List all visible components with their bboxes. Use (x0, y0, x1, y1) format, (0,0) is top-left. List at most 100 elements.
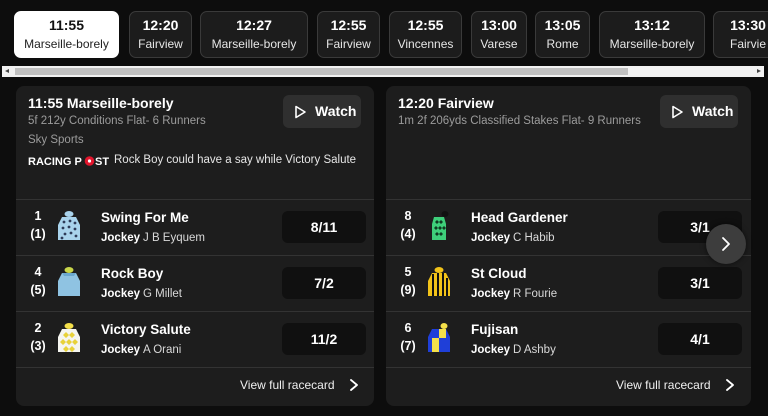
runner-row: 5 (9) St Cloud Jockey R Fourie 3/1 (386, 256, 751, 312)
play-icon (672, 105, 683, 119)
horse-name[interactable]: Rock Boy (101, 266, 163, 281)
next-card-button[interactable] (706, 224, 746, 264)
view-full-racecard-link[interactable]: View full racecard (240, 378, 335, 392)
tab-1330-fairview[interactable]: 13:30 Fairvie (713, 11, 768, 58)
jockey-name: C Habib (513, 232, 555, 244)
tab-venue: Marseille-borely (609, 37, 695, 51)
chevron-right-icon (722, 237, 730, 251)
race-title[interactable]: 11:55 Marseille-borely (28, 95, 174, 111)
tab-time: 12:55 (330, 17, 367, 33)
tab-venue: Fairvie (729, 37, 766, 51)
tab-1312-marseille-borely[interactable]: 13:12 Marseille-borely (599, 11, 705, 58)
tab-1255-fairview[interactable]: 12:55 Fairview (317, 11, 380, 58)
racing-post-tip-text: Rock Boy could have a say while Victory … (114, 154, 357, 166)
race-card-header: 12:20 Fairview 1m 2f 206yds Classified S… (386, 86, 751, 200)
race-subtitle: 5f 212y Conditions Flat- 6 Runners (28, 115, 206, 127)
tab-1305-rome[interactable]: 13:05 Rome (535, 11, 590, 58)
runner-draw: (9) (400, 283, 416, 297)
tab-time: 12:55 (407, 17, 444, 33)
horizontal-scrollbar[interactable] (2, 66, 764, 77)
watch-button[interactable]: Watch (283, 95, 361, 128)
jockey-silk-icon (58, 211, 80, 240)
horse-name[interactable]: Victory Salute (101, 322, 191, 337)
jockey-silk-icon (58, 267, 80, 296)
jockey-name: A Orani (143, 344, 182, 356)
race-card-1155-marseille-borely: 11:55 Marseille-borely 5f 212y Condition… (16, 86, 374, 406)
tab-1255-vincennes[interactable]: 12:55 Vincennes (389, 11, 462, 58)
tab-time: 13:00 (481, 17, 517, 33)
race-tabs: 11:55 Marseille-borely 12:20 Fairview 12… (0, 0, 768, 66)
tab-venue: Varese (480, 37, 518, 51)
race-subtitle: 1m 2f 206yds Classified Stakes Flat- 9 R… (398, 115, 641, 127)
chevron-right-icon[interactable] (724, 377, 736, 393)
divider (386, 367, 751, 368)
jockey-label: Jockey (101, 288, 141, 300)
tab-venue: Vincennes (397, 37, 454, 51)
tab-venue: Fairview (138, 37, 183, 51)
scrollbar-thumb[interactable] (15, 68, 628, 75)
odds-button[interactable]: 8/11 (282, 211, 366, 243)
jockey-label: Jockey (101, 344, 141, 356)
tab-time: 11:55 (48, 17, 85, 33)
jockey-silk-icon (428, 267, 450, 296)
jockey-silk-icon (432, 211, 449, 240)
race-title[interactable]: 12:20 Fairview (398, 95, 494, 111)
runner-number: 6 (404, 321, 412, 335)
horse-name[interactable]: Fujisan (471, 322, 518, 337)
race-card-1220-fairview: 12:20 Fairview 1m 2f 206yds Classified S… (386, 86, 751, 406)
tab-venue: Marseille-borely (24, 37, 109, 51)
watch-label: Watch (692, 103, 734, 119)
runner-draw: (5) (30, 283, 46, 297)
runner-number: 5 (404, 265, 412, 279)
runner-number: 4 (34, 265, 42, 279)
runner-row: 4 (5) Rock Boy Jockey G Millet 7/2 (16, 256, 374, 312)
runner-row: 6 (7) Fujisan Jockey D Ashby 4/1 (386, 312, 751, 368)
svg-text:RACING P: RACING P (28, 156, 82, 168)
odds-button[interactable]: 4/1 (658, 323, 742, 355)
runner-number: 1 (34, 209, 42, 223)
tab-time: 12:20 (142, 17, 179, 33)
svg-text:ST: ST (95, 156, 109, 168)
racing-post-logo: RACING P ST (28, 156, 109, 168)
jockey-label: Jockey (471, 344, 511, 356)
scroll-left-arrow-icon[interactable] (2, 66, 13, 77)
racing-post-tip: RACING P ST Rock Boy could have a say wh… (28, 153, 364, 169)
horse-name[interactable]: Swing For Me (101, 210, 189, 225)
jockey-silk-icon (428, 323, 450, 352)
watch-button[interactable]: Watch (660, 95, 738, 128)
jockey-name: D Ashby (513, 344, 556, 356)
tab-venue: Marseille-borely (211, 37, 297, 51)
race-card-header: 11:55 Marseille-borely 5f 212y Condition… (16, 86, 374, 200)
runner-draw: (3) (30, 339, 46, 353)
scroll-right-arrow-icon[interactable] (753, 66, 764, 77)
tab-venue: Fairview (326, 37, 371, 51)
tab-1227-marseille-borely[interactable]: 12:27 Marseille-borely (200, 11, 308, 58)
tab-time: 13:30 (730, 17, 766, 33)
runner-draw: (7) (400, 339, 416, 353)
view-full-racecard-link[interactable]: View full racecard (616, 378, 711, 392)
tab-1300-varese[interactable]: 13:00 Varese (471, 11, 527, 58)
horse-name[interactable]: St Cloud (471, 266, 527, 281)
broadcaster-label: Sky Sports (28, 134, 84, 146)
tab-1220-fairview[interactable]: 12:20 Fairview (129, 11, 192, 58)
odds-button[interactable]: 3/1 (658, 267, 742, 299)
jockey-silk-icon (58, 323, 80, 352)
divider (16, 367, 374, 368)
chevron-right-icon[interactable] (348, 377, 360, 393)
tab-time: 13:05 (544, 17, 581, 33)
odds-button[interactable]: 11/2 (282, 323, 366, 355)
tab-time: 12:27 (236, 17, 272, 33)
runner-row: 2 (3) Victory Salute Jockey A Orani 11/2 (16, 312, 374, 368)
runner-number: 2 (34, 321, 42, 335)
jockey-name: R Fourie (513, 288, 558, 300)
jockey-label: Jockey (471, 288, 511, 300)
runner-row: 1 (1) Swing For Me Jockey J B Eyquem 8/1… (16, 200, 374, 256)
runner-row: 8 (4) Head Gardener Jockey C Habib 3/1 (386, 200, 751, 256)
horse-name[interactable]: Head Gardener (471, 210, 568, 225)
odds-button[interactable]: 7/2 (282, 267, 366, 299)
watch-label: Watch (315, 103, 357, 119)
runner-number: 8 (404, 209, 412, 223)
tab-time: 13:12 (634, 17, 670, 33)
tab-1155-marseille-borely[interactable]: 11:55 Marseille-borely (14, 11, 119, 58)
runner-draw: (4) (400, 227, 416, 241)
